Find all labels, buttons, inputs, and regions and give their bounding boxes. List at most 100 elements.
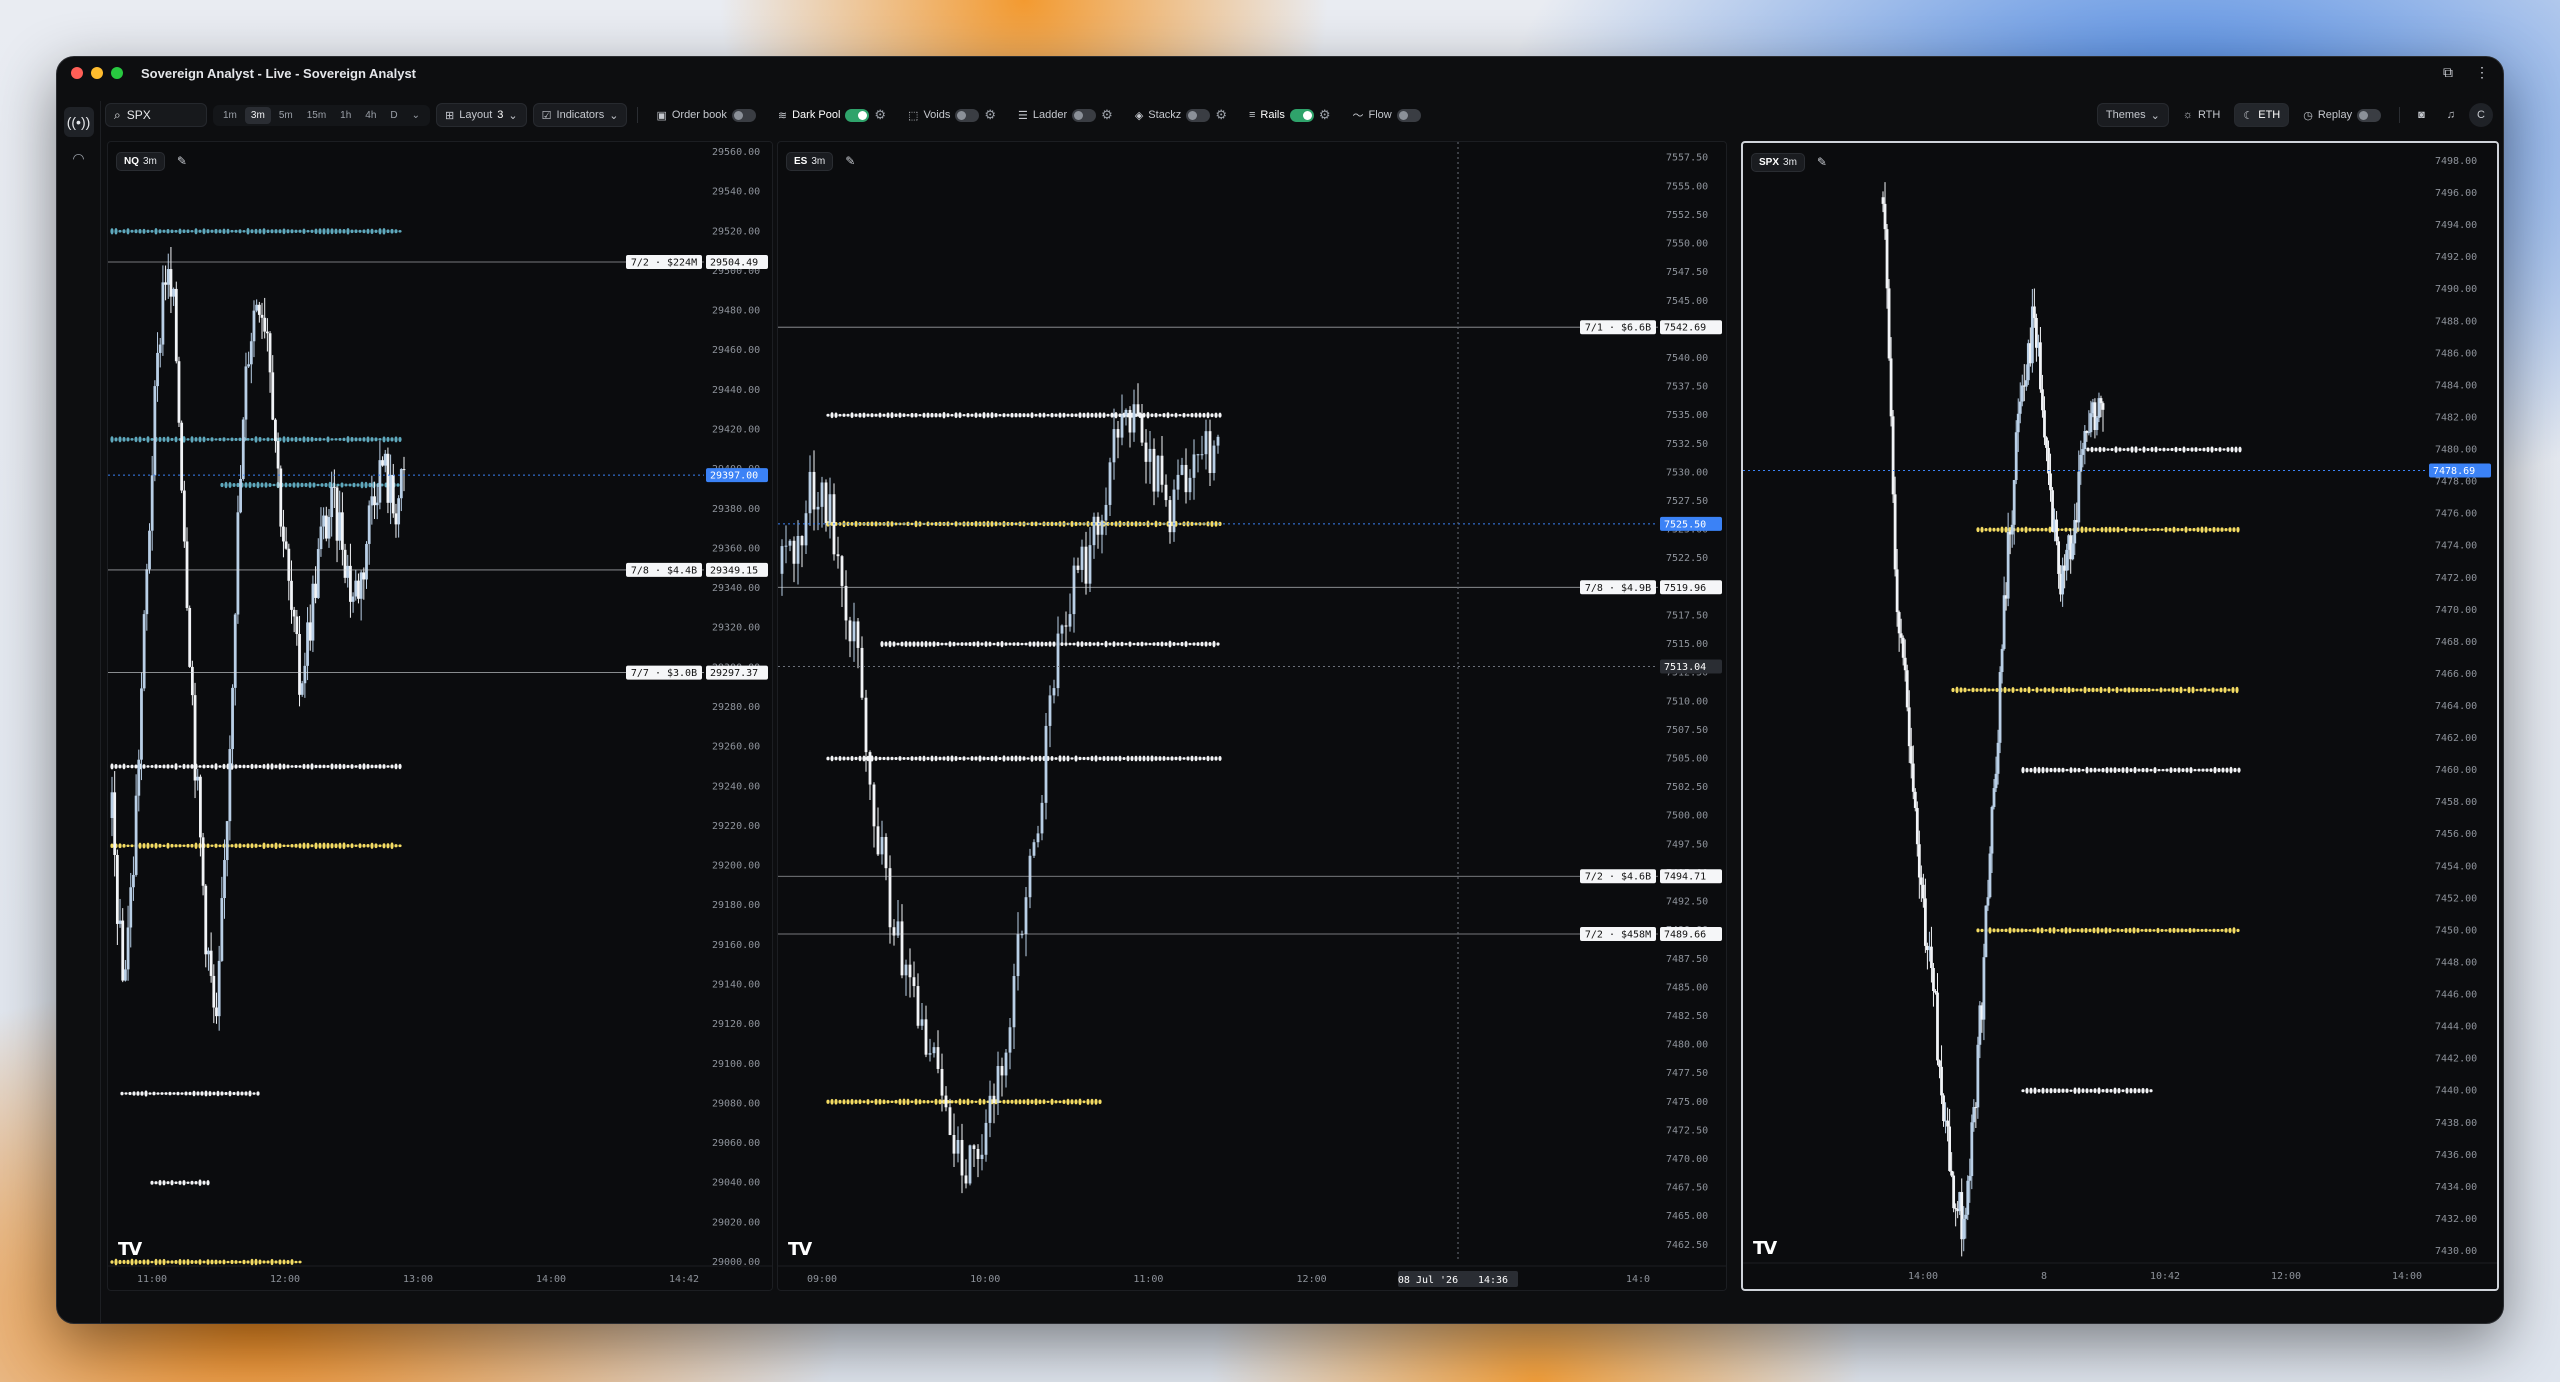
minimize-window-button[interactable]: [91, 67, 103, 79]
price-tick-label: 7440.00: [2435, 1086, 2477, 1097]
rth-button[interactable]: ☼ RTH: [2175, 103, 2229, 127]
themes-button[interactable]: Themes ⌄: [2096, 103, 2169, 127]
symbol-search-input[interactable]: [126, 108, 187, 122]
live-feed-icon[interactable]: ((•)): [63, 107, 94, 137]
stackz-toggle[interactable]: ◈ Stackz ⚙: [1127, 103, 1235, 127]
price-chart[interactable]: 7498.007496.007494.007492.007490.007488.…: [1743, 143, 2497, 1289]
candle-body: [282, 526, 285, 542]
rails-switch[interactable]: [1289, 108, 1314, 122]
ladder-switch[interactable]: [1072, 108, 1097, 122]
price-chart[interactable]: 7557.507555.007552.507550.007547.507545.…: [778, 142, 1727, 1291]
timeframe-3m[interactable]: 3m: [244, 106, 271, 124]
flow-dot: [986, 412, 990, 418]
flow-dot: [854, 756, 858, 761]
flow-dot: [178, 1180, 182, 1185]
flow-dot: [274, 842, 278, 850]
order-book-toggle[interactable]: ▣ Order book: [648, 103, 763, 127]
gauge-icon[interactable]: ◠: [64, 143, 94, 173]
chart-pane-es[interactable]: ES 3m ✎ 7557.50 7555.00 7552.50 7550.00 7547.…: [777, 141, 1727, 1291]
notifications-bell-icon[interactable]: ♫: [2439, 103, 2463, 127]
flow-dot: [1194, 755, 1198, 762]
flow-dot: [2073, 767, 2077, 773]
dark-pool-settings-gear-icon[interactable]: ⚙: [874, 107, 886, 123]
flow-dot: [2117, 1087, 2121, 1094]
candle-body: [204, 885, 208, 955]
pencil-icon[interactable]: ✎: [839, 150, 861, 172]
user-avatar[interactable]: C: [2469, 103, 2493, 127]
voids-toggle[interactable]: ⬚ Voids ⚙: [900, 103, 1004, 127]
rails-settings-gear-icon[interactable]: ⚙: [1319, 107, 1331, 123]
flow-switch[interactable]: [1396, 108, 1421, 122]
timeframe-1m[interactable]: 1m: [217, 107, 243, 124]
stackz-switch[interactable]: [1186, 108, 1211, 122]
ladder-settings-gear-icon[interactable]: ⚙: [1101, 107, 1113, 123]
flow-dot: [2193, 768, 2197, 772]
pane-symbol-chip[interactable]: NQ 3m: [116, 151, 165, 171]
flow-dot: [2081, 768, 2085, 772]
rails-toggle[interactable]: ≡ Rails ⚙: [1241, 103, 1339, 127]
price-tick-label: 7438.00: [2435, 1118, 2477, 1129]
price-tick-label: 7507.50: [1666, 725, 1708, 736]
chart-pane-nq[interactable]: NQ 3m ✎ 29560.00 29540.00 29520.00 29500.00 2…: [107, 141, 773, 1291]
replay-switch[interactable]: [2357, 108, 2382, 122]
timeframe-1h[interactable]: 1h: [334, 107, 357, 124]
voids-switch[interactable]: [955, 108, 980, 122]
indicators-button[interactable]: ☑ Indicators ⌄: [532, 103, 628, 127]
layout-button[interactable]: ⊞ Layout 3 ⌄: [436, 103, 527, 127]
timeframe-15m[interactable]: 15m: [301, 107, 332, 124]
flow-dot: [378, 764, 382, 769]
flow-dot: [2113, 767, 2117, 774]
flow-dot: [882, 1099, 886, 1105]
candle-body: [784, 545, 788, 547]
flow-dot: [2180, 928, 2184, 933]
flow-dot: [154, 1258, 158, 1266]
candle-body: [2065, 549, 2069, 571]
stackz-settings-gear-icon[interactable]: ⚙: [1215, 107, 1227, 123]
flow-dot: [296, 482, 300, 488]
timeframe-D[interactable]: D: [384, 107, 403, 124]
flow-dot: [1030, 412, 1034, 419]
candle-body: [137, 759, 141, 796]
more-menu-icon[interactable]: ⋮: [2475, 64, 2489, 81]
pencil-icon[interactable]: ✎: [1811, 151, 1833, 173]
pencil-icon[interactable]: ✎: [171, 150, 193, 172]
pane-symbol-chip[interactable]: ES 3m: [786, 151, 834, 171]
flow-dot: [2085, 766, 2089, 774]
candle-body: [367, 505, 371, 544]
flow-dot: [1178, 755, 1182, 762]
eth-button[interactable]: ☾ ETH: [2234, 103, 2290, 127]
flow-dot: [292, 482, 296, 488]
flow-dot: [254, 843, 258, 848]
order-book-switch[interactable]: [731, 108, 756, 122]
ladder-toggle[interactable]: ☰ Ladder ⚙: [1010, 103, 1121, 127]
flow-dot: [122, 229, 126, 234]
timeframe-5m[interactable]: 5m: [273, 107, 299, 124]
candle-body: [908, 964, 912, 978]
flow-dot: [2104, 927, 2108, 934]
candle-body: [148, 530, 151, 570]
chart-pane-spx[interactable]: SPX 3m ✎ 7498.00 7496.00 7494.00 7492.00 7490…: [1741, 141, 2499, 1291]
symbol-search[interactable]: ⌕: [105, 103, 207, 127]
close-window-button[interactable]: [71, 67, 83, 79]
price-chart[interactable]: 29560.0029540.0029520.0029500.0029480.00…: [108, 142, 773, 1291]
dark-pool-switch[interactable]: [845, 108, 870, 122]
pane-symbol-chip[interactable]: SPX 3m: [1751, 152, 1805, 172]
timeframe-4h[interactable]: 4h: [359, 107, 382, 124]
flow-dot: [166, 764, 170, 769]
flow-dot: [2064, 927, 2068, 934]
extensions-icon[interactable]: ⧉: [2443, 64, 2453, 81]
flow-toggle[interactable]: 〜 Flow: [1345, 103, 1429, 127]
replay-toggle[interactable]: ◷ Replay: [2295, 103, 2389, 127]
zoom-window-button[interactable]: [111, 67, 123, 79]
chevron-down-icon[interactable]: ⌄: [406, 107, 426, 124]
voids-settings-gear-icon[interactable]: ⚙: [984, 107, 996, 123]
flow-dot: [2032, 527, 2036, 532]
flow-dot: [858, 755, 862, 762]
flow-dot: [2216, 527, 2220, 532]
flow-dot: [932, 641, 936, 647]
dark-pool-toggle[interactable]: ≋ Dark Pool ⚙: [770, 103, 894, 127]
screenshot-camera-icon[interactable]: ◙: [2410, 103, 2433, 127]
flow-dot: [154, 764, 158, 769]
flow-dot: [168, 1091, 172, 1096]
candle-body: [383, 453, 387, 466]
